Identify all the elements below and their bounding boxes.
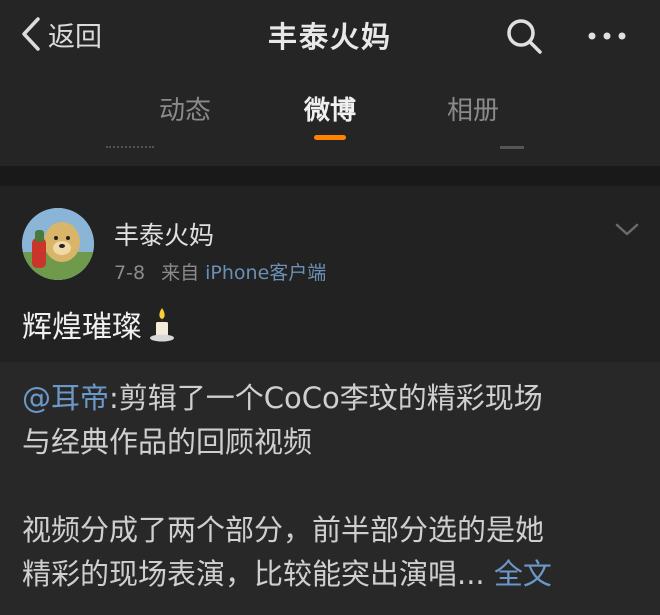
page-title: 丰泰火妈 bbox=[267, 20, 392, 54]
post-body: 辉煌璀璨 bbox=[22, 310, 142, 345]
scroll-fade-line bbox=[106, 146, 154, 151]
tab-album[interactable]: 相册 bbox=[428, 90, 518, 140]
tab-weibo[interactable]: 微博 bbox=[285, 90, 375, 140]
repost-line: @耳帝:剪辑了一个CoCo李玟的精彩现场 bbox=[22, 376, 642, 420]
section-divider bbox=[0, 166, 660, 186]
repost-card[interactable]: @耳帝:剪辑了一个CoCo李玟的精彩现场 与经典作品的回顾视频 视频分成了两个部… bbox=[0, 362, 660, 615]
nav-bar: 返回 丰泰火妈 bbox=[0, 0, 660, 72]
scroll-fade-line bbox=[500, 146, 524, 149]
more-button[interactable] bbox=[582, 14, 632, 58]
full-text-link[interactable]: 全文 bbox=[494, 557, 552, 591]
candle-icon bbox=[150, 308, 174, 342]
chevron-down-icon[interactable] bbox=[612, 220, 642, 240]
post-text: 辉煌璀璨 bbox=[22, 302, 176, 346]
repost-line: 视频分成了两个部分，前半部分选的是她 bbox=[22, 513, 545, 547]
mention-link[interactable]: @耳帝 bbox=[22, 381, 109, 415]
repost-line: 精彩的现场表演，比较能突出演唱... 全文 bbox=[22, 552, 642, 596]
more-icon bbox=[588, 32, 626, 40]
post-date: 7-8 bbox=[114, 262, 146, 284]
post-meta: 7-8 来自 iPhone客户端 bbox=[114, 258, 326, 285]
active-tab-indicator bbox=[314, 135, 346, 140]
repost-line-text: :剪辑了一个CoCo李玟的精彩现场 bbox=[109, 381, 543, 415]
tab-dynamics[interactable]: 动态 bbox=[140, 90, 230, 140]
repost-line: 与经典作品的回顾视频 bbox=[22, 425, 313, 459]
repost-text: @耳帝:剪辑了一个CoCo李玟的精彩现场 与经典作品的回顾视频 视频分成了两个部… bbox=[22, 376, 642, 596]
avatar[interactable] bbox=[22, 208, 94, 280]
search-icon bbox=[507, 19, 542, 54]
post-card[interactable]: 丰泰火妈 7-8 来自 iPhone客户端 辉煌璀璨 bbox=[0, 186, 660, 362]
repost-line-text: 精彩的现场表演，比较能突出演唱... bbox=[22, 557, 485, 591]
post-username[interactable]: 丰泰火妈 bbox=[114, 216, 214, 252]
tab-bar: 动态 微博 相册 bbox=[0, 72, 660, 166]
post-source[interactable]: iPhone客户端 bbox=[205, 262, 326, 284]
post-from-prefix: 来自 bbox=[161, 262, 200, 284]
search-button[interactable] bbox=[502, 14, 546, 58]
